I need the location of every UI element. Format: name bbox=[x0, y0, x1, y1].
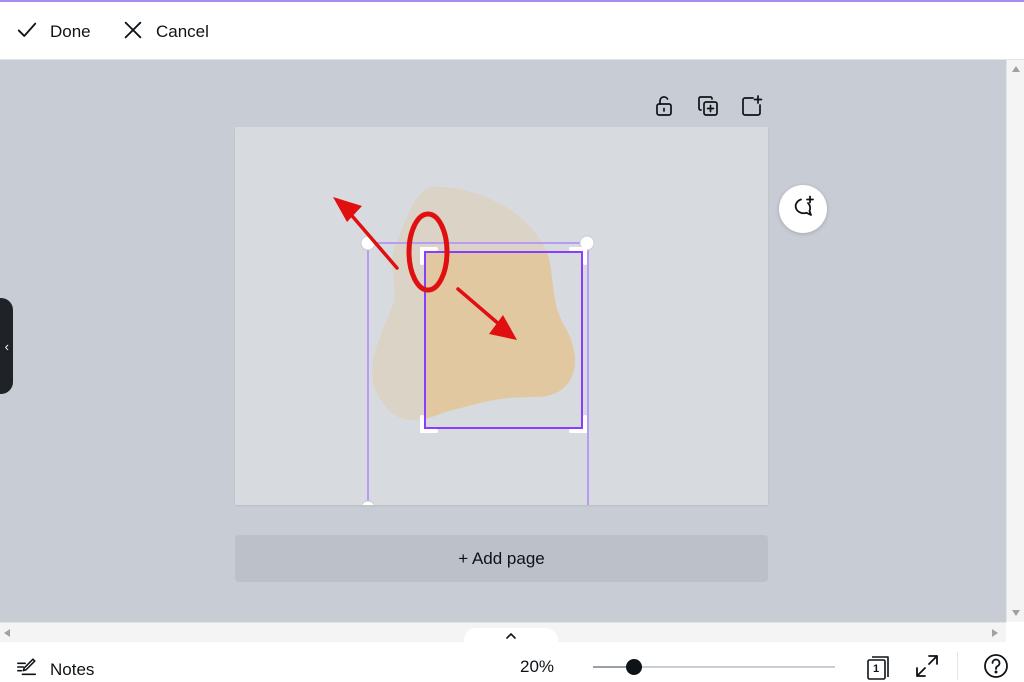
fullscreen-button[interactable] bbox=[913, 654, 941, 682]
add-comment-button[interactable] bbox=[779, 185, 827, 233]
add-comment-icon bbox=[790, 194, 816, 225]
bottom-toolbar: Notes 20% 1 bbox=[0, 642, 1024, 682]
unlock-icon[interactable] bbox=[652, 94, 676, 118]
cancel-button[interactable]: Cancel bbox=[122, 19, 209, 45]
duplicate-page-icon[interactable] bbox=[696, 94, 720, 118]
notes-button[interactable]: Notes bbox=[16, 656, 94, 682]
vertical-scrollbar[interactable] bbox=[1006, 60, 1024, 622]
done-label: Done bbox=[50, 22, 91, 41]
page-count: 1 bbox=[873, 663, 880, 675]
top-toolbar: Done Cancel bbox=[0, 0, 1024, 60]
design-page[interactable] bbox=[235, 127, 768, 505]
check-icon bbox=[16, 19, 38, 46]
scroll-down-icon[interactable] bbox=[1012, 610, 1020, 616]
done-button[interactable]: Done bbox=[16, 19, 91, 45]
add-page-button[interactable]: + Add page bbox=[235, 535, 768, 582]
pages-icon: 1 bbox=[865, 655, 891, 681]
zoom-slider-thumb[interactable] bbox=[626, 659, 642, 675]
page-artwork bbox=[333, 186, 595, 505]
annotation-arrow-up-left bbox=[333, 197, 399, 270]
scroll-left-icon[interactable] bbox=[4, 629, 10, 637]
zoom-percentage[interactable]: 20% bbox=[520, 657, 554, 677]
help-button[interactable] bbox=[982, 653, 1010, 682]
notes-pencil-icon bbox=[16, 656, 38, 682]
pages-button[interactable]: 1 bbox=[864, 654, 892, 682]
scroll-up-icon[interactable] bbox=[1012, 66, 1020, 72]
frame-handle-bottom-left[interactable] bbox=[361, 500, 375, 505]
zoom-slider[interactable] bbox=[593, 659, 835, 675]
scroll-right-icon[interactable] bbox=[992, 629, 998, 637]
toolbar-divider bbox=[957, 652, 958, 680]
chevron-left-icon: ‹ bbox=[4, 338, 9, 354]
close-icon bbox=[122, 19, 144, 46]
page-tools bbox=[652, 94, 764, 118]
side-panel-toggle[interactable]: ‹ bbox=[0, 298, 13, 394]
fullscreen-icon bbox=[914, 653, 940, 682]
editor-workspace: ‹ + Add page bbox=[0, 60, 1006, 622]
notes-label: Notes bbox=[50, 659, 95, 679]
help-icon bbox=[983, 653, 1009, 682]
add-page-icon[interactable] bbox=[740, 94, 764, 118]
cancel-label: Cancel bbox=[156, 22, 209, 41]
